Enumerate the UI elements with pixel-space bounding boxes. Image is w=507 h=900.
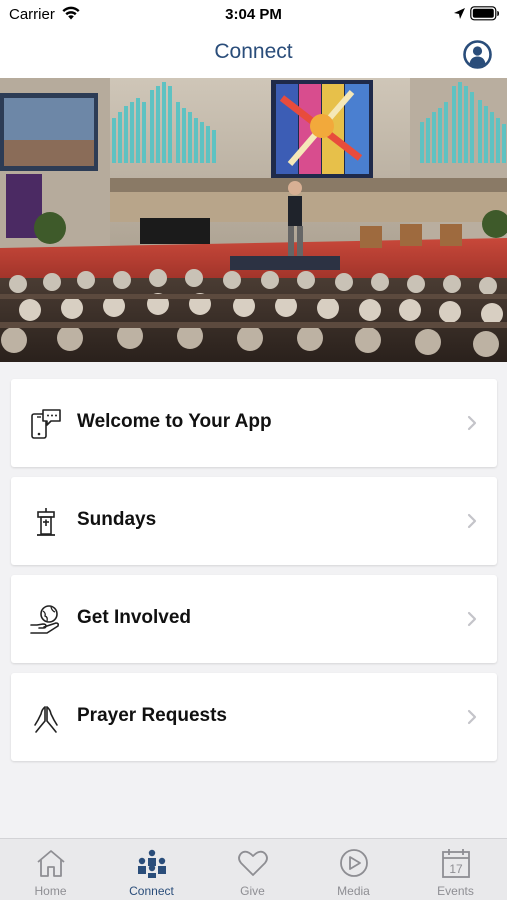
card-label: Get Involved: [77, 607, 192, 628]
tab-give[interactable]: Give: [202, 839, 303, 900]
battery-icon: [470, 6, 499, 21]
card-prayer-requests[interactable]: Prayer Requests: [11, 673, 497, 761]
tab-label: Home: [34, 884, 67, 898]
tab-bar: Home Connect Give Media 17 Events: [0, 838, 507, 900]
tab-label: Media: [337, 884, 370, 898]
tab-home[interactable]: Home: [0, 839, 101, 900]
status-bar: Carrier 3:04 PM: [0, 0, 507, 30]
card-welcome[interactable]: Welcome to Your App: [11, 379, 497, 467]
play-icon: [340, 849, 368, 877]
navigation-bar: Connect: [0, 30, 507, 78]
profile-icon[interactable]: [463, 40, 492, 69]
hero-image: [0, 78, 507, 362]
status-time: 3:04 PM: [225, 6, 282, 23]
chevron-right-icon: [467, 513, 477, 529]
tab-connect[interactable]: Connect: [101, 839, 202, 900]
church-sanctuary-photo: [0, 78, 507, 362]
card-label: Prayer Requests: [77, 705, 227, 726]
card-label: Welcome to Your App: [77, 411, 272, 432]
heart-icon: [238, 850, 268, 876]
tab-label: Connect: [129, 884, 174, 898]
calendar-icon: 17: [442, 849, 470, 878]
pulpit-icon: [37, 508, 55, 536]
tab-label: Give: [240, 884, 265, 898]
home-icon: [37, 850, 65, 877]
people-icon: [138, 849, 166, 878]
card-sundays[interactable]: Sundays: [11, 477, 497, 565]
chevron-right-icon: [467, 415, 477, 431]
card-label: Sundays: [77, 509, 157, 530]
chevron-right-icon: [467, 709, 477, 725]
tab-events[interactable]: 17 Events: [405, 839, 506, 900]
globe-hand-icon: [30, 605, 60, 634]
praying-hands-icon: [34, 706, 58, 733]
chevron-right-icon: [467, 611, 477, 627]
card-get-involved[interactable]: Get Involved: [11, 575, 497, 663]
phone-chat-icon: [31, 409, 61, 439]
tab-media[interactable]: Media: [303, 839, 404, 900]
location-arrow-icon: [454, 8, 465, 19]
page-title: Connect: [214, 40, 293, 63]
calendar-day: 17: [449, 862, 463, 876]
tab-label: Events: [437, 884, 474, 898]
